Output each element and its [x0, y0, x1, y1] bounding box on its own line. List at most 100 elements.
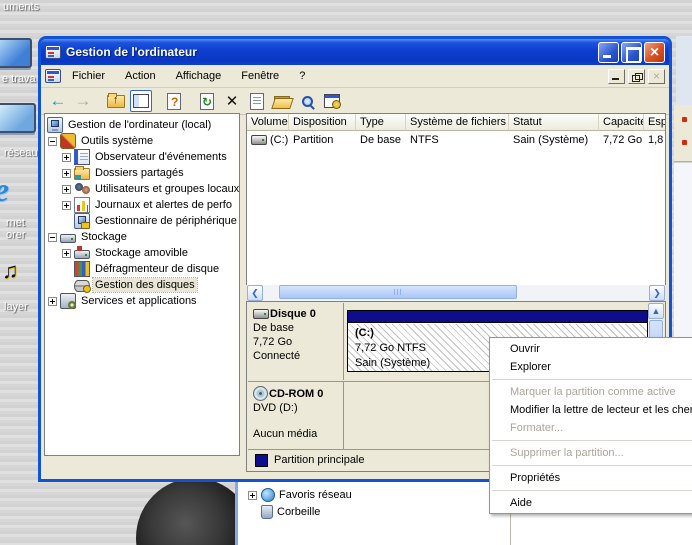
expand-icon[interactable] [62, 169, 71, 178]
shared-folders-icon [74, 168, 90, 180]
menu-fenetre[interactable]: Fenêtre [232, 67, 288, 85]
scrollbar-thumb[interactable] [279, 285, 517, 299]
cell-capacite: 7,72 Go [599, 133, 644, 147]
column-header-type[interactable]: Type [356, 114, 406, 131]
back-icon[interactable] [47, 90, 69, 112]
disk0-label-cell[interactable]: Disque 0 De base 7,72 Go Connecté [248, 303, 344, 380]
menu-item-modifier-lettre[interactable]: Modifier la lettre de lecteur et les che… [490, 401, 692, 419]
desktop-icon-label[interactable]: réseau [4, 147, 38, 159]
delete-icon[interactable] [221, 90, 243, 112]
column-header-systeme-fichiers[interactable]: Système de fichiers [406, 114, 509, 131]
menu-item-aide[interactable]: Aide [490, 494, 692, 512]
tree-item-journaux-alertes[interactable]: Journaux et alertes de perfo [45, 197, 239, 213]
show-console-tree-icon[interactable] [130, 90, 152, 112]
column-header-volume[interactable]: Volume [247, 114, 289, 131]
desktop-icon-label[interactable]: orer [6, 229, 26, 241]
tree-item-gestion-des-disques[interactable]: Gestion des disques [45, 277, 239, 293]
tree-item-stockage[interactable]: Stockage [45, 229, 239, 245]
tree-item-services-applications[interactable]: Services et applications [45, 293, 239, 309]
menu-separator [492, 465, 692, 466]
cell-espace: 1,8 [644, 133, 666, 147]
console-window-icon[interactable] [45, 69, 61, 83]
legend-label: Partition principale [274, 454, 365, 466]
scroll-up-icon[interactable]: ▲ [648, 303, 664, 319]
desktop-icon-label[interactable]: layer [4, 301, 28, 313]
help-icon[interactable] [163, 90, 185, 112]
scroll-right-icon[interactable]: ❯ [649, 285, 665, 301]
tree-item-utilisateurs-groupes[interactable]: Utilisateurs et groupes locaux [45, 181, 239, 197]
view-magnifier-icon[interactable] [296, 90, 318, 112]
desktop-icon-label[interactable]: e trava [2, 73, 36, 85]
window-icon[interactable] [45, 45, 61, 59]
column-header-disposition[interactable]: Disposition [289, 114, 356, 131]
disk0-state: Connecté [253, 349, 341, 363]
removable-storage-icon [74, 250, 90, 259]
console-options-icon[interactable] [321, 90, 343, 112]
local-users-groups-icon [74, 181, 90, 197]
expand-icon[interactable] [248, 491, 257, 500]
child-minimize-button[interactable] [608, 69, 625, 84]
cd-icon [253, 386, 268, 401]
menu-affichage[interactable]: Affichage [167, 67, 231, 85]
tree-item-outils-systeme[interactable]: Outils système [45, 133, 239, 149]
performance-logs-icon [74, 197, 90, 213]
title-bar[interactable]: Gestion de l'ordinateur [41, 39, 669, 65]
console-tree-panel: Gestion de l'ordinateur (local) Outils s… [44, 113, 240, 456]
background-window-edge [676, 36, 692, 105]
maximize-button[interactable] [621, 42, 642, 63]
refresh-icon[interactable] [196, 90, 218, 112]
volume-row-c[interactable]: (C:) Partition De base NTFS Sain (Systèm… [247, 131, 665, 148]
cell-systeme-fichiers: NTFS [406, 133, 509, 147]
menu-item-ouvrir[interactable]: Ouvrir [490, 340, 692, 358]
red-marker-icon [682, 140, 687, 145]
collapse-icon[interactable] [48, 233, 57, 242]
internet-explorer-icon[interactable]: e [0, 172, 9, 210]
expand-icon[interactable] [48, 297, 57, 306]
child-restore-button[interactable] [628, 69, 645, 84]
properties-icon[interactable] [246, 90, 268, 112]
child-close-button-disabled [648, 69, 665, 84]
expand-icon[interactable] [62, 249, 71, 258]
cdrom-name: CD-ROM 0 [269, 387, 323, 401]
close-button[interactable] [644, 42, 665, 63]
cdrom-label-cell[interactable]: CD-ROM 0 DVD (D:) Aucun média [248, 382, 344, 450]
expand-icon[interactable] [62, 153, 71, 162]
network-globe-icon [261, 488, 275, 502]
desktop-icon-label[interactable]: rnet [6, 217, 25, 229]
tree-item-network-places[interactable]: Favoris réseau [248, 488, 352, 502]
column-header-statut[interactable]: Statut [509, 114, 599, 131]
tree-item-recycle-bin[interactable]: Corbeille [261, 505, 320, 519]
services-applications-icon [60, 293, 76, 309]
menu-action[interactable]: Action [116, 67, 165, 85]
cell-type: De base [356, 133, 406, 147]
column-header-capacite[interactable]: Capacité [599, 114, 644, 131]
expand-icon[interactable] [62, 185, 71, 194]
list-horizontal-scrollbar[interactable]: ❮ ❯ [247, 285, 665, 301]
desktop-icon-label[interactable]: uments [3, 1, 39, 13]
media-player-icon[interactable]: ♫ [2, 258, 19, 284]
network-places-icon[interactable] [0, 103, 36, 133]
menu-help[interactable]: ? [290, 67, 314, 85]
tree-item-defragmenteur[interactable]: Défragmenteur de disque [45, 261, 239, 277]
menu-item-proprietes[interactable]: Propriétés [490, 469, 692, 487]
expand-icon[interactable] [62, 201, 71, 210]
tree-item-dossiers-partages[interactable]: Dossiers partagés [45, 165, 239, 181]
volume-list-panel: Volume Disposition Type Système de fichi… [246, 113, 666, 285]
minimize-button[interactable] [598, 42, 619, 63]
collapse-icon[interactable] [48, 137, 57, 146]
tree-item-root[interactable]: Gestion de l'ordinateur (local) [45, 117, 239, 133]
column-header-espace[interactable]: Esp [644, 114, 666, 131]
tree-item-observateur-evenements[interactable]: Observateur d'événements [45, 149, 239, 165]
window-title: Gestion de l'ordinateur [66, 45, 596, 59]
tree-item-label: Favoris réseau [279, 489, 352, 501]
cdrom-state: Aucun média [253, 427, 341, 441]
my-computer-icon[interactable] [0, 38, 32, 68]
tree-item-gestionnaire-peripheriques[interactable]: Gestionnaire de périphérique [45, 213, 239, 229]
tree-item-stockage-amovible[interactable]: Stockage amovible [45, 245, 239, 261]
menu-item-marquer-active: Marquer la partition comme active [490, 383, 692, 401]
menu-item-explorer[interactable]: Explorer [490, 358, 692, 376]
scroll-left-icon[interactable]: ❮ [247, 285, 263, 301]
open-folder-icon[interactable] [271, 90, 293, 112]
up-one-level-icon[interactable] [105, 90, 127, 112]
menu-fichier[interactable]: Fichier [63, 67, 114, 85]
